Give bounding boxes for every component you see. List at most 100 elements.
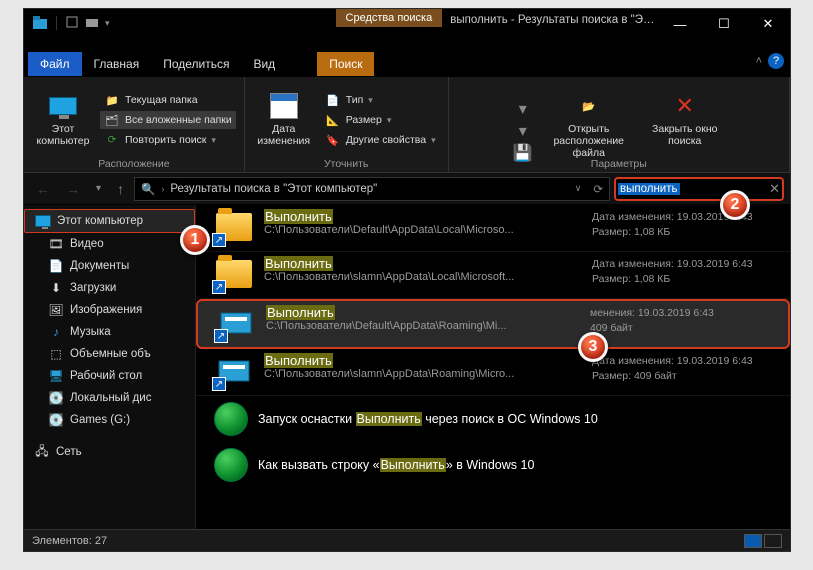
calendar-icon: [270, 93, 298, 119]
refresh-icon[interactable]: ⟳: [593, 182, 603, 196]
result-row[interactable]: ↗ Выполнить C:\Пользователи\slamn\AppDat…: [196, 252, 790, 299]
quick-access-toolbar: ▾: [24, 9, 116, 31]
ribbon-collapse-icon[interactable]: ˄: [756, 55, 762, 67]
refresh-icon: ⟳: [104, 132, 120, 148]
cube-icon: ⬚: [48, 346, 64, 362]
close-search-label: Закрыть окно поиска: [645, 123, 725, 147]
disk-icon: 💽: [48, 412, 64, 428]
sidebar-item-3d-objects[interactable]: ⬚Объемные объ: [24, 343, 195, 365]
network-icon: 🖧: [34, 444, 50, 460]
web-result-row[interactable]: Запуск оснастки Выполнить через поиск в …: [196, 396, 790, 442]
titlebar: ▾ Средства поиска выполнить - Результаты…: [24, 9, 790, 49]
qat-properties-icon[interactable]: [65, 15, 81, 31]
callout-badge-2: 2: [720, 190, 750, 220]
sidebar-item-documents[interactable]: 📄Документы: [24, 255, 195, 277]
close-button[interactable]: ✕: [746, 9, 790, 39]
advanced-options-icon[interactable]: ▾: [519, 121, 527, 141]
picture-icon: 🖼: [48, 302, 64, 318]
sidebar-item-network[interactable]: 🖧Сеть: [24, 441, 195, 463]
download-icon: ⬇: [48, 280, 64, 296]
date-modified-label: Дата изменения: [253, 123, 315, 147]
this-pc-button[interactable]: Этот компьютер: [32, 89, 94, 147]
maximize-button[interactable]: ☐: [702, 9, 746, 39]
size-icon: 📐: [325, 112, 341, 128]
result-path: C:\Пользователи\Default\AppData\Local\Mi…: [264, 224, 582, 236]
sidebar-item-music[interactable]: ♪Музыка: [24, 321, 195, 343]
icons-view-button[interactable]: [764, 534, 782, 548]
type-icon: 📄: [325, 92, 341, 108]
tab-share[interactable]: Поделиться: [151, 52, 241, 76]
folder-icon: 📁: [104, 92, 120, 108]
sidebar-item-pictures[interactable]: 🖼Изображения: [24, 299, 195, 321]
open-location-label: Открыть расположение файла: [539, 123, 639, 159]
desktop-icon: 🖥: [48, 368, 64, 384]
result-path: C:\Пользователи\slamn\AppData\Roaming\Mi…: [264, 368, 582, 380]
help-icon[interactable]: ?: [768, 53, 784, 69]
date-modified-button[interactable]: Дата изменения: [253, 89, 315, 147]
run-shortcut-icon: ↗: [214, 353, 254, 389]
folder-shortcut-icon: ↗: [214, 256, 254, 292]
repeat-search-button[interactable]: ⟳Повторить поиск ▾: [100, 131, 236, 149]
open-file-location-button[interactable]: 📂 Открыть расположение файла: [539, 89, 639, 159]
monitor-icon: [35, 215, 51, 227]
minimize-button[interactable]: —: [658, 9, 702, 39]
nav-back-button[interactable]: ←: [30, 181, 56, 197]
address-bar-row: ← → ▾ ↑ 🔍 › Результаты поиска в "Этот ко…: [24, 173, 790, 205]
address-dropdown-icon[interactable]: ∨: [575, 183, 582, 194]
qat-dropdown-icon[interactable]: ▾: [105, 18, 110, 29]
sidebar-item-games[interactable]: 💽Games (G:): [24, 409, 195, 431]
address-text: Результаты поиска в "Этот компьютер": [170, 183, 377, 195]
result-row[interactable]: ↗ Выполнить C:\Пользователи\Default\AppD…: [196, 205, 790, 252]
result-row[interactable]: ↗ Выполнить C:\Пользователи\slamn\AppDat…: [196, 349, 790, 396]
sidebar-item-local-disk[interactable]: 💽Локальный дис: [24, 387, 195, 409]
sidebar-item-desktop[interactable]: 🖥Рабочий стол: [24, 365, 195, 387]
item-count-label: Элементов:: [32, 535, 92, 547]
search-value: выполнить: [618, 183, 680, 195]
current-folder-button[interactable]: 📁Текущая папка: [100, 91, 236, 109]
details-view-button[interactable]: [744, 534, 762, 548]
qat-new-folder-icon[interactable]: [85, 15, 101, 31]
search-location-icon: 🔍: [141, 182, 155, 196]
music-icon: ♪: [48, 324, 64, 340]
type-filter-button[interactable]: 📄Тип ▾: [321, 91, 440, 109]
callout-badge-1: 1: [180, 225, 210, 255]
clear-search-icon[interactable]: ✕: [769, 181, 780, 197]
nav-up-button[interactable]: ↑: [111, 181, 130, 197]
other-props-button[interactable]: 🔖Другие свойства ▾: [321, 131, 440, 149]
size-filter-button[interactable]: 📐Размер ▾: [321, 111, 440, 129]
view-switcher: [744, 534, 782, 548]
ribbon-tabs: Файл Главная Поделиться Вид Поиск ˄ ?: [24, 49, 790, 77]
close-search-button[interactable]: ✕ Закрыть окно поиска: [645, 89, 725, 147]
result-path: C:\Пользователи\Default\AppData\Roaming\…: [266, 320, 580, 332]
tab-home[interactable]: Главная: [82, 52, 152, 76]
group-label-options: Параметры: [591, 155, 647, 170]
recent-searches-icon[interactable]: ▾: [519, 99, 527, 119]
window-controls: — ☐ ✕: [658, 9, 790, 39]
nav-history-dropdown[interactable]: ▾: [90, 183, 107, 194]
tab-file[interactable]: Файл: [28, 52, 82, 76]
tab-view[interactable]: Вид: [241, 52, 287, 76]
all-subfolders-button[interactable]: 🗂Все вложенные папки: [100, 111, 236, 129]
tab-search[interactable]: Поиск: [317, 52, 374, 76]
nav-forward-button[interactable]: →: [60, 181, 86, 197]
save-search-icon[interactable]: 💾: [513, 143, 533, 163]
sidebar-item-this-pc[interactable]: Этот компьютер: [24, 209, 195, 233]
search-input[interactable]: выполнить ✕: [614, 177, 784, 201]
web-result-row[interactable]: Как вызвать строку «Выполнить» в Windows…: [196, 442, 790, 488]
result-meta: Дата изменения: 19.03.2019 6:43 Размер: …: [592, 256, 782, 286]
ribbon: Этот компьютер 📁Текущая папка 🗂Все вложе…: [24, 77, 790, 173]
disk-icon: 💽: [48, 390, 64, 406]
sidebar-item-downloads[interactable]: ⬇Загрузки: [24, 277, 195, 299]
video-icon: 🎞: [48, 236, 64, 252]
result-meta: менения: 19.03.2019 6:43 409 байт: [590, 305, 780, 335]
result-row-selected[interactable]: ↗ Выполнить C:\Пользователи\Default\AppD…: [196, 299, 790, 349]
monitor-icon: [49, 97, 77, 115]
navigation-pane: Этот компьютер 🎞Видео 📄Документы ⬇Загруз…: [24, 205, 196, 529]
explorer-app-icon: [32, 15, 48, 31]
address-bar[interactable]: 🔍 › Результаты поиска в "Этот компьютер"…: [134, 177, 610, 201]
ribbon-group-location: Этот компьютер 📁Текущая папка 🗂Все вложе…: [24, 77, 245, 172]
group-label-refine: Уточнить: [324, 155, 368, 170]
sidebar-item-videos[interactable]: 🎞Видео: [24, 233, 195, 255]
ribbon-group-options: ▾ ▾ 💾 📂 Открыть расположение файла ✕ Зак…: [449, 77, 790, 172]
run-shortcut-icon: ↗: [216, 305, 256, 341]
